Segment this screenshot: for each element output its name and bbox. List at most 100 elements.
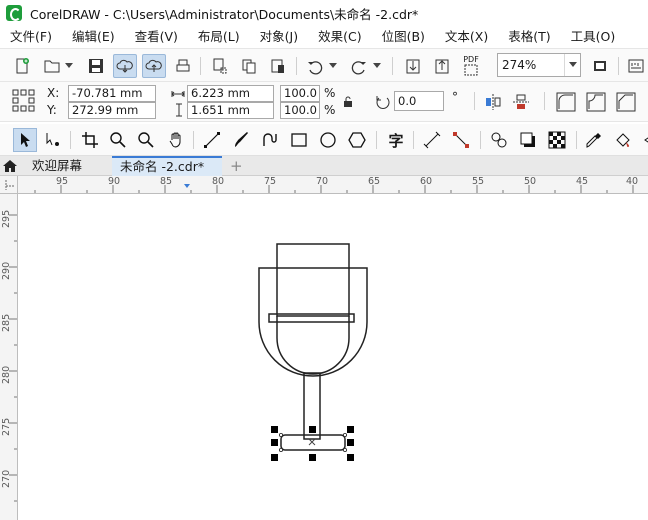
ruler-v-label: 295 <box>1 209 12 228</box>
height-input[interactable]: 1.651 mm <box>187 102 274 119</box>
full-screen-preview-icon[interactable] <box>588 54 612 78</box>
menu-object[interactable]: 对象(J) <box>250 26 308 48</box>
freehand-tool-icon[interactable] <box>200 128 224 152</box>
polygon-tool-icon[interactable] <box>345 128 369 152</box>
selection-handle-top-center[interactable] <box>309 426 316 433</box>
copy-icon[interactable] <box>237 54 261 78</box>
goblet-drawing[interactable] <box>19 195 648 520</box>
add-tab-button[interactable]: + <box>222 156 251 176</box>
ruler-v-label: 280 <box>1 365 12 384</box>
top-rectangle-shape <box>276 243 350 317</box>
pdf-label: PDF <box>463 55 479 64</box>
menu-bitmaps[interactable]: 位图(B) <box>372 26 435 48</box>
rectangle-tool-icon[interactable] <box>287 128 311 152</box>
cut-icon[interactable] <box>208 54 232 78</box>
zoom-tool-icon[interactable] <box>106 128 130 152</box>
rotation-input[interactable]: 0.0 <box>394 91 444 111</box>
ruler-h-label: 75 <box>264 176 277 187</box>
band-rectangle-shape <box>268 313 355 323</box>
ruler-origin[interactable] <box>0 176 18 194</box>
selection-handle-bottom-center[interactable] <box>309 454 316 461</box>
paste-icon[interactable] <box>266 54 290 78</box>
smart-drawing-tool-icon[interactable] <box>258 128 282 152</box>
connector-tool-icon[interactable] <box>449 128 473 152</box>
transparency-tool-icon[interactable] <box>545 128 569 152</box>
ruler-h-label: 60 <box>420 176 433 187</box>
drawing-canvas[interactable] <box>19 195 648 520</box>
zoom-level-select[interactable]: 274% <box>497 53 581 77</box>
selection-handle-top-right[interactable] <box>347 426 354 433</box>
menu-layout[interactable]: 布局(L) <box>188 26 250 48</box>
ruler-h-label: 45 <box>576 176 589 187</box>
object-origin-icon[interactable] <box>12 89 36 116</box>
zoom-out-tool-icon[interactable] <box>134 128 158 152</box>
scale-width-percent: % <box>324 86 336 100</box>
redo-icon[interactable] <box>347 54 371 78</box>
ellipse-tool-icon[interactable] <box>316 128 340 152</box>
cloud-export-icon[interactable] <box>142 54 166 78</box>
selection-handle-middle-right[interactable] <box>347 439 354 446</box>
options-ruler-icon[interactable] <box>624 54 648 78</box>
save-icon[interactable] <box>84 54 108 78</box>
menu-effects[interactable]: 效果(C) <box>308 26 371 48</box>
selection-handle-bottom-right[interactable] <box>347 454 354 461</box>
artistic-media-tool-icon[interactable] <box>229 128 253 152</box>
vertical-ruler[interactable]: 295 290 285 280 275 270 <box>0 194 18 520</box>
menu-view[interactable]: 查看(V) <box>125 26 188 48</box>
new-document-icon[interactable] <box>10 54 34 78</box>
menu-text[interactable]: 文本(X) <box>435 26 498 48</box>
menu-file[interactable]: 文件(F) <box>0 26 62 48</box>
x-position-input[interactable]: -70.781 mm <box>68 85 156 102</box>
tab-document[interactable]: 未命名 -2.cdr* <box>112 156 222 176</box>
undo-icon[interactable] <box>303 54 327 78</box>
ruler-v-label: 275 <box>1 417 12 436</box>
pan-tool-icon[interactable] <box>164 128 188 152</box>
open-folder-icon[interactable] <box>40 54 64 78</box>
drop-shadow-tool-icon[interactable] <box>516 128 540 152</box>
pick-tool-icon[interactable] <box>13 128 37 152</box>
print-icon[interactable] <box>171 54 195 78</box>
home-icon[interactable] <box>0 156 20 176</box>
import-icon[interactable] <box>401 54 425 78</box>
y-position-input[interactable]: 272.99 mm <box>68 102 156 119</box>
menu-tools[interactable]: 工具(O) <box>561 26 626 48</box>
cloud-import-icon[interactable] <box>113 54 137 78</box>
mirror-horizontal-icon[interactable] <box>484 93 502 114</box>
selection-center-marker <box>308 438 316 446</box>
eyedropper-tool-icon[interactable] <box>582 128 606 152</box>
publish-pdf-icon[interactable]: PDF <box>459 54 483 78</box>
ruler-h-label: 85 <box>160 176 173 187</box>
more-tools-chevron-icon[interactable] <box>636 128 648 152</box>
export-icon[interactable] <box>430 54 454 78</box>
chamfered-corner-icon[interactable] <box>615 91 637 116</box>
scalloped-corner-icon[interactable] <box>585 91 607 116</box>
blend-tool-icon[interactable] <box>487 128 511 152</box>
dimension-tool-icon[interactable] <box>420 128 444 152</box>
shape-tool-icon[interactable] <box>41 128 65 152</box>
scale-height-input[interactable]: 100.0 <box>280 102 320 119</box>
fill-tool-icon[interactable] <box>611 128 635 152</box>
ruler-h-label: 90 <box>108 176 121 187</box>
lock-ratio-icon[interactable] <box>343 96 353 111</box>
undo-dropdown-chevron-icon[interactable] <box>326 54 340 78</box>
selection-handle-top-left[interactable] <box>271 426 278 433</box>
horizontal-ruler[interactable]: 95 90 85 80 75 70 65 60 55 50 45 40 <box>18 176 648 194</box>
round-corner-icon[interactable] <box>555 91 577 116</box>
redo-dropdown-chevron-icon[interactable] <box>370 54 384 78</box>
mirror-vertical-icon[interactable] <box>512 93 530 114</box>
zoom-chevron-down-icon[interactable] <box>564 54 580 76</box>
crop-tool-icon[interactable] <box>78 128 102 152</box>
width-input[interactable]: 6.223 mm <box>187 85 274 102</box>
window-title: CorelDRAW - C:\Users\Administrator\Docum… <box>30 6 419 22</box>
ruler-v-label: 270 <box>1 469 12 488</box>
text-tool-icon[interactable]: 字 <box>384 128 408 152</box>
scale-width-input[interactable]: 100.0 <box>280 85 320 102</box>
selection-handle-bottom-left[interactable] <box>271 454 278 461</box>
selection-handle-middle-left[interactable] <box>271 439 278 446</box>
menu-table[interactable]: 表格(T) <box>498 26 560 48</box>
open-dropdown-chevron-icon[interactable] <box>62 54 76 78</box>
ruler-v-label: 285 <box>1 313 12 332</box>
ruler-h-label: 40 <box>626 176 639 187</box>
menu-edit[interactable]: 编辑(E) <box>62 26 125 48</box>
tab-welcome-screen[interactable]: 欢迎屏幕 <box>24 156 90 176</box>
